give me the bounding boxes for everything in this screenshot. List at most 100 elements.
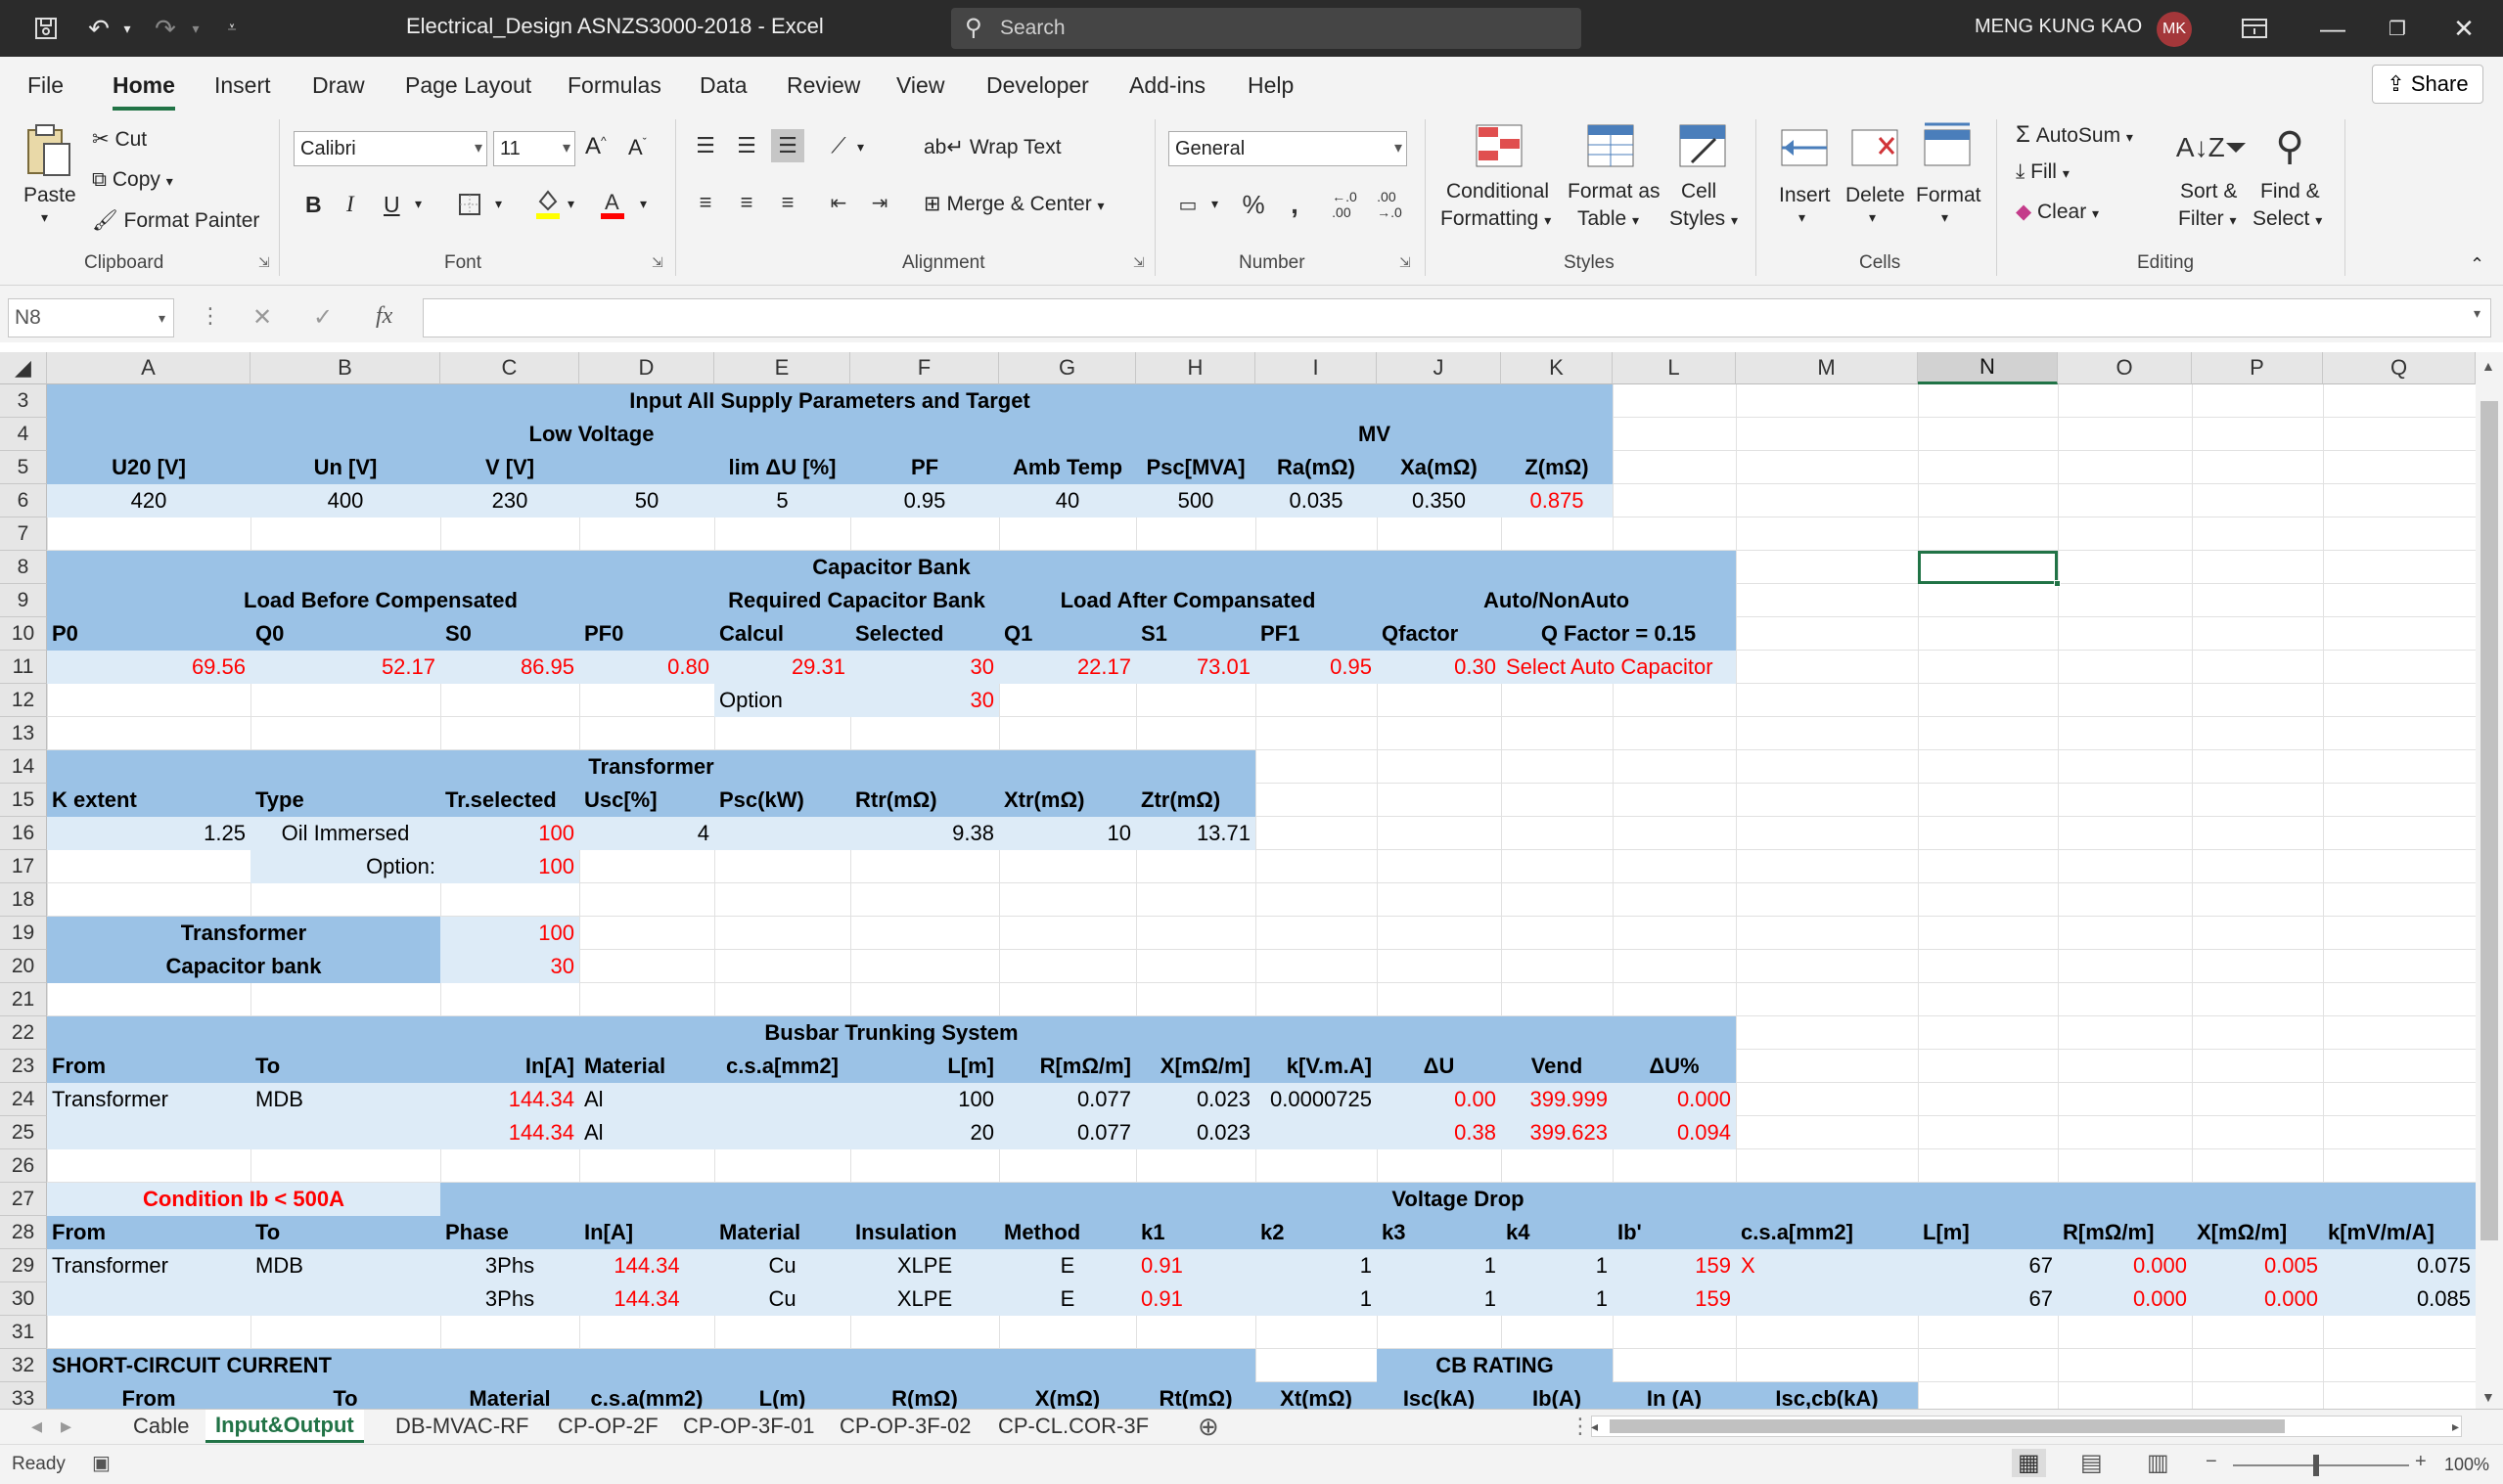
cell-h16[interactable]: 13.71 bbox=[1136, 817, 1255, 850]
cell-b17[interactable]: Option: bbox=[250, 850, 440, 883]
cell-k6[interactable]: 0.875 bbox=[1501, 484, 1613, 517]
cell-i33[interactable]: Xt(mΩ) bbox=[1255, 1382, 1377, 1409]
row-header-15[interactable]: 15 bbox=[0, 784, 47, 817]
cell-p29[interactable]: 0.005 bbox=[2192, 1249, 2323, 1282]
cell-k10[interactable]: Q Factor = 0.15 bbox=[1501, 617, 1736, 651]
cell-e30[interactable]: Cu bbox=[714, 1282, 850, 1316]
cell-k29[interactable]: 1 bbox=[1501, 1249, 1613, 1282]
cell-a6[interactable]: 420 bbox=[47, 484, 250, 517]
scroll-left-icon[interactable]: ◂ bbox=[1581, 1410, 1608, 1443]
restore-icon[interactable]: ❐ bbox=[2378, 13, 2417, 44]
tab-data[interactable]: Data bbox=[700, 72, 748, 99]
cell-o29[interactable]: 0.000 bbox=[2058, 1249, 2192, 1282]
insert-cells-button[interactable]: Insert bbox=[1779, 184, 1831, 207]
tab-draw[interactable]: Draw bbox=[312, 72, 365, 99]
row-header-25[interactable]: 25 bbox=[0, 1116, 47, 1149]
expand-formula-icon[interactable]: ▾ bbox=[2474, 305, 2480, 322]
cell-h25[interactable]: 0.023 bbox=[1136, 1116, 1255, 1149]
cell-a5[interactable]: U20 [V] bbox=[47, 451, 250, 484]
cell-d15[interactable]: Usc[%] bbox=[579, 784, 714, 817]
cell-j25[interactable]: 0.38 bbox=[1377, 1116, 1501, 1149]
delete-cells-icon[interactable] bbox=[1847, 125, 1902, 170]
cell-j6[interactable]: 0.350 bbox=[1377, 484, 1501, 517]
tab-page-layout[interactable]: Page Layout bbox=[405, 72, 531, 99]
increase-indent-icon[interactable]: ⇥ bbox=[863, 186, 896, 219]
cut-button[interactable]: ✂ Cut bbox=[92, 127, 147, 152]
decrease-indent-icon[interactable]: ⇤ bbox=[822, 186, 855, 219]
sheet-tab-cp-op-3f-02[interactable]: CP-OP-3F-02 bbox=[830, 1410, 980, 1443]
cell-a8[interactable]: Capacitor Bank bbox=[47, 551, 1736, 584]
cell-g29[interactable]: E bbox=[999, 1249, 1136, 1282]
find-select-button[interactable]: Select ▾ bbox=[2253, 207, 2322, 231]
row-header-22[interactable]: 22 bbox=[0, 1016, 47, 1050]
worksheet-grid[interactable]: ◢ A B C D E F G H I J K L M N O P Q 3 4 5 6 7 8 9 10 11 12 13 14 15 16… bbox=[0, 352, 2476, 1409]
cell-h28[interactable]: k1 bbox=[1136, 1216, 1255, 1249]
delete-cells-button[interactable]: Delete bbox=[1845, 184, 1905, 207]
cell-c5[interactable]: V [V] bbox=[440, 451, 579, 484]
cell-k33[interactable]: Ib(A) bbox=[1501, 1382, 1613, 1409]
cell-f24[interactable]: 100 bbox=[850, 1083, 999, 1116]
row-header-20[interactable]: 20 bbox=[0, 950, 47, 983]
borders-icon[interactable] bbox=[454, 188, 485, 221]
paste-dropdown-icon[interactable]: ▾ bbox=[41, 209, 48, 226]
format-dropdown-icon[interactable]: ▾ bbox=[1941, 209, 1948, 226]
column-header-e[interactable]: E bbox=[714, 352, 850, 384]
cell-d30[interactable]: 144.34 bbox=[579, 1282, 714, 1316]
cell-q29[interactable]: 0.075 bbox=[2323, 1249, 2476, 1282]
cell-f12[interactable]: 30 bbox=[850, 684, 999, 717]
conditional-formatting-label1[interactable]: Conditional bbox=[1446, 180, 1549, 203]
cell-d11[interactable]: 0.80 bbox=[579, 651, 714, 684]
cell-a15[interactable]: K extent bbox=[47, 784, 250, 817]
row-header-16[interactable]: 16 bbox=[0, 817, 47, 850]
prev-sheet-icon[interactable]: ◂ bbox=[22, 1410, 52, 1443]
alignment-launcher-icon[interactable]: ⇲ bbox=[1133, 254, 1145, 271]
fill-color-icon[interactable] bbox=[532, 186, 564, 223]
column-header-b[interactable]: B bbox=[250, 352, 440, 384]
row-header-29[interactable]: 29 bbox=[0, 1249, 47, 1282]
cell-b11[interactable]: 52.17 bbox=[250, 651, 440, 684]
cell-c24[interactable]: 144.34 bbox=[440, 1083, 579, 1116]
format-cells-icon[interactable] bbox=[1920, 119, 1975, 170]
cell-i23[interactable]: k[V.m.A] bbox=[1255, 1050, 1377, 1083]
font-color-icon[interactable]: A bbox=[597, 186, 628, 223]
cell-f15[interactable]: Rtr(mΩ) bbox=[850, 784, 999, 817]
cell-b23[interactable]: To bbox=[250, 1050, 440, 1083]
cell-i30[interactable]: 1 bbox=[1255, 1282, 1377, 1316]
selected-cell-n8[interactable] bbox=[1918, 551, 2058, 584]
cell-a3[interactable]: Input All Supply Parameters and Target bbox=[47, 384, 1613, 418]
cell-d28[interactable]: In[A] bbox=[579, 1216, 714, 1249]
cell-a30[interactable] bbox=[47, 1282, 440, 1316]
sheet-tab-cp-op-2f[interactable]: CP-OP-2F bbox=[548, 1410, 668, 1443]
accounting-format-icon[interactable]: ▭ bbox=[1170, 188, 1206, 221]
conditional-formatting-button[interactable]: Formatting ▾ bbox=[1440, 207, 1551, 231]
cell-m30[interactable] bbox=[1736, 1282, 1918, 1316]
zoom-out-icon[interactable]: − bbox=[2206, 1451, 2217, 1473]
font-launcher-icon[interactable]: ⇲ bbox=[652, 254, 663, 271]
merge-center-button[interactable]: ⊞ Merge & Center ▾ bbox=[924, 192, 1105, 216]
accounting-dropdown-icon[interactable]: ▾ bbox=[1211, 196, 1218, 212]
cell-styles-label1[interactable]: Cell bbox=[1681, 180, 1716, 203]
cell-k28[interactable]: k4 bbox=[1501, 1216, 1613, 1249]
cell-n30[interactable]: 67 bbox=[1918, 1282, 2058, 1316]
column-header-f[interactable]: F bbox=[850, 352, 999, 384]
cell-b5[interactable]: Un [V] bbox=[250, 451, 440, 484]
sheet-tab-cp-op-3f-01[interactable]: CP-OP-3F-01 bbox=[673, 1410, 824, 1443]
tab-add-ins[interactable]: Add-ins bbox=[1129, 72, 1206, 99]
cell-c10[interactable]: S0 bbox=[440, 617, 579, 651]
cell-p28[interactable]: X[mΩ/m] bbox=[2192, 1216, 2323, 1249]
row-header-5[interactable]: 5 bbox=[0, 451, 47, 484]
cell-q28[interactable]: k[mV/m/A] bbox=[2323, 1216, 2476, 1249]
cell-e33[interactable]: L(m) bbox=[714, 1382, 850, 1409]
cell-i29[interactable]: 1 bbox=[1255, 1249, 1377, 1282]
redo-dropdown-icon[interactable]: ▾ bbox=[186, 13, 205, 44]
align-middle-icon[interactable]: ☰ bbox=[730, 129, 763, 162]
cell-c25[interactable]: 144.34 bbox=[440, 1116, 579, 1149]
cell-d23[interactable]: Material bbox=[579, 1050, 714, 1083]
scroll-right-icon[interactable]: ▸ bbox=[2442, 1410, 2469, 1443]
cell-f6[interactable]: 0.95 bbox=[850, 484, 999, 517]
underline-button[interactable]: U bbox=[384, 192, 400, 218]
row-header-17[interactable]: 17 bbox=[0, 850, 47, 883]
redo-icon[interactable]: ↷ bbox=[149, 13, 182, 44]
row-header-23[interactable]: 23 bbox=[0, 1050, 47, 1083]
cell-p30[interactable]: 0.000 bbox=[2192, 1282, 2323, 1316]
